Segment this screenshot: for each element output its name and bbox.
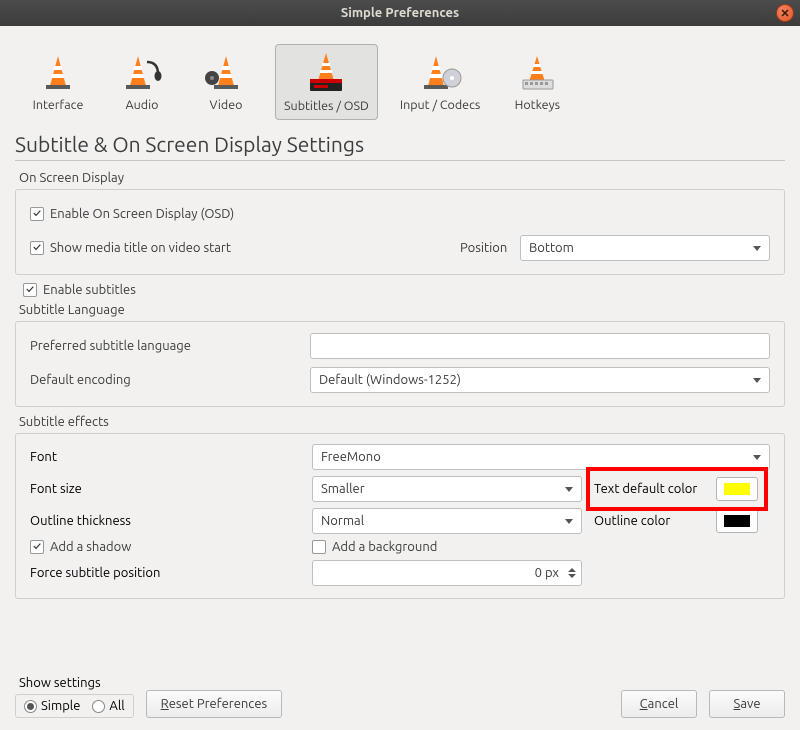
- color-swatch-icon: [724, 483, 750, 495]
- save-button[interactable]: Save: [709, 690, 785, 718]
- reset-button[interactable]: Reset Preferences: [146, 690, 282, 718]
- footer: Show settings Simple All Reset Preferenc…: [15, 676, 785, 718]
- font-combobox[interactable]: FreeMono: [312, 444, 770, 470]
- encoding-label: Default encoding: [30, 373, 300, 387]
- color-swatch-icon: [724, 515, 750, 527]
- tab-video[interactable]: Video: [191, 44, 261, 120]
- osd-section-label: On Screen Display: [19, 171, 785, 185]
- outline-color-label: Outline color: [594, 514, 704, 528]
- checkbox-icon: [30, 241, 44, 255]
- cone-icon: [36, 50, 80, 94]
- chevron-down-icon: [753, 455, 761, 460]
- chevron-down-icon: [753, 246, 761, 251]
- show-media-title-checkbox[interactable]: Show media title on video start: [30, 241, 450, 255]
- cancel-button[interactable]: Cancel: [621, 690, 697, 718]
- position-combobox[interactable]: Bottom: [520, 235, 770, 261]
- close-icon: [781, 9, 789, 17]
- radio-icon: [92, 700, 105, 713]
- page-title: Subtitle & On Screen Display Settings: [15, 132, 785, 156]
- checkbox-icon: [312, 540, 326, 554]
- subtitle-language-section-label: Subtitle Language: [19, 303, 785, 317]
- cone-film-icon: [204, 50, 248, 94]
- window-title: Simple Preferences: [341, 6, 459, 20]
- force-pos-label: Force subtitle position: [30, 566, 300, 580]
- checkbox-icon: [30, 540, 44, 554]
- show-settings-label: Show settings: [19, 676, 134, 690]
- outline-thickness-label: Outline thickness: [30, 514, 300, 528]
- fontsize-label: Font size: [30, 482, 300, 496]
- divider: [15, 160, 785, 161]
- spin-up-icon[interactable]: [568, 568, 576, 572]
- enable-subtitles-checkbox[interactable]: Enable subtitles: [23, 283, 785, 297]
- tab-subtitles[interactable]: Subtitles / OSD: [275, 44, 378, 120]
- cone-headphones-icon: [120, 50, 164, 94]
- background-checkbox[interactable]: Add a background: [312, 540, 770, 554]
- outline-color-button[interactable]: [716, 509, 758, 533]
- cone-keyboard-icon: [515, 50, 559, 94]
- subtitle-effects-group: Font FreeMono Font size Smaller Text def…: [15, 433, 785, 599]
- shadow-checkbox[interactable]: Add a shadow: [30, 540, 300, 554]
- cone-disc-icon: [418, 50, 462, 94]
- enable-osd-checkbox[interactable]: Enable On Screen Display (OSD): [30, 207, 234, 221]
- force-pos-spinbox[interactable]: 0 px: [312, 560, 582, 586]
- radio-icon: [24, 700, 37, 713]
- spin-down-icon[interactable]: [568, 574, 576, 578]
- fontsize-combobox[interactable]: Smaller: [312, 476, 582, 502]
- tab-codecs[interactable]: Input / Codecs: [392, 44, 488, 120]
- subtitle-language-group: Preferred subtitle language Default enco…: [15, 321, 785, 407]
- simple-radio[interactable]: Simple: [24, 699, 80, 713]
- tab-interface[interactable]: Interface: [23, 44, 93, 120]
- subtitle-effects-section-label: Subtitle effects: [19, 415, 785, 429]
- chevron-down-icon: [565, 487, 573, 492]
- checkbox-icon: [30, 207, 44, 221]
- text-color-button[interactable]: [716, 477, 758, 501]
- font-label: Font: [30, 450, 300, 464]
- pref-lang-label: Preferred subtitle language: [30, 339, 300, 353]
- encoding-combobox[interactable]: Default (Windows-1252): [310, 367, 770, 393]
- osd-group: Enable On Screen Display (OSD) Show medi…: [15, 189, 785, 275]
- tab-audio[interactable]: Audio: [107, 44, 177, 120]
- close-button[interactable]: [776, 4, 794, 22]
- chevron-down-icon: [565, 519, 573, 524]
- outline-thickness-combobox[interactable]: Normal: [312, 508, 582, 534]
- all-radio[interactable]: All: [92, 699, 124, 713]
- tab-hotkeys[interactable]: Hotkeys: [502, 44, 572, 120]
- position-label: Position: [460, 241, 510, 255]
- text-color-label: Text default color: [594, 482, 704, 496]
- cone-clapper-icon: [304, 51, 348, 95]
- checkbox-icon: [23, 283, 37, 297]
- category-tabs: Interface Audio Video Subtitles / OSD In…: [15, 36, 785, 124]
- titlebar: Simple Preferences: [0, 0, 800, 26]
- chevron-down-icon: [753, 378, 761, 383]
- pref-lang-input[interactable]: [310, 333, 770, 359]
